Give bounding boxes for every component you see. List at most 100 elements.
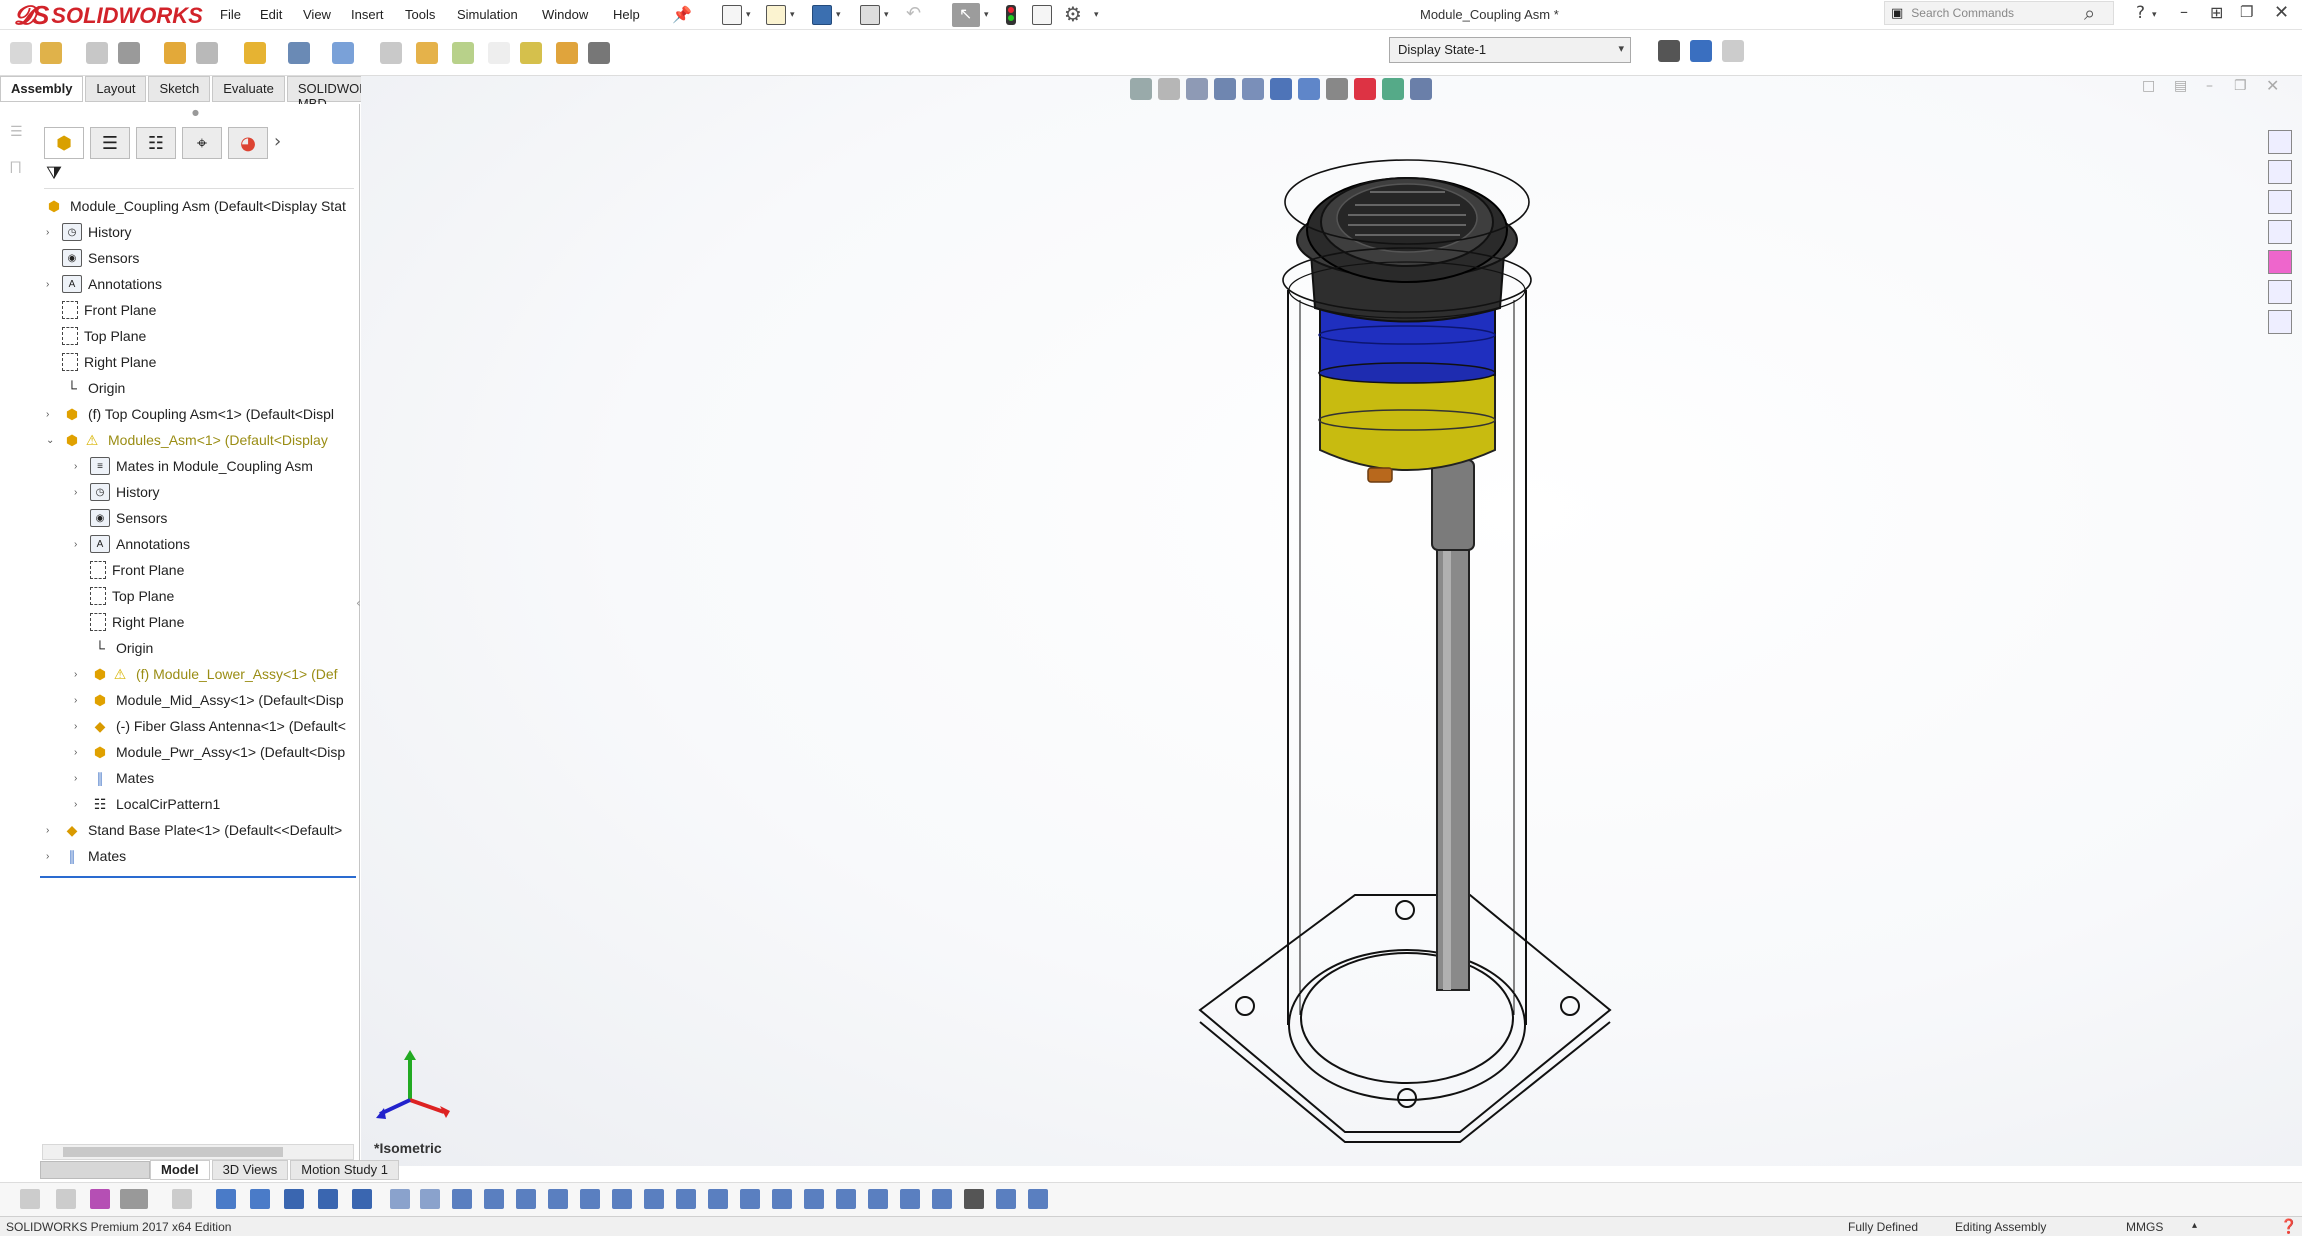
view-orientation-icon[interactable] [1270, 78, 1292, 100]
tab-assembly[interactable]: Assembly [0, 76, 84, 102]
chevron-down-icon[interactable]: ▾ [746, 10, 751, 20]
search-icon[interactable]: ⌕ [2084, 1, 2095, 25]
tree-item-top-plane[interactable]: Top Plane [74, 583, 174, 609]
feature-manager-tab-icon[interactable]: ⬢ [44, 127, 84, 159]
tree-item-top-coupling-asm[interactable]: › ⬢ (f) Top Coupling Asm<1> (Default<Displ [46, 401, 334, 427]
filter-centermarks-icon[interactable] [548, 1189, 568, 1209]
tree-item-history[interactable]: › ◷ History [74, 479, 160, 505]
expand-icon[interactable]: › [46, 279, 58, 290]
expand-icon[interactable]: › [74, 539, 86, 550]
appearances-icon[interactable] [2268, 250, 2292, 274]
filter-surface-finish-icon[interactable] [644, 1189, 664, 1209]
configuration-manager-tab-icon[interactable]: ☷ [136, 127, 176, 159]
tree-item-mates-in-module[interactable]: › ≡ Mates in Module_Coupling Asm [74, 453, 313, 479]
tree-item-sensors[interactable]: ◉ Sensors [74, 505, 167, 531]
chevron-down-icon[interactable]: ▾ [836, 10, 841, 20]
dimxpert-manager-tab-icon[interactable]: ⌖ [182, 127, 222, 159]
home-icon[interactable] [2268, 130, 2292, 154]
undo-icon[interactable]: ↶ [906, 3, 921, 24]
tab-scroll-arrows[interactable] [40, 1161, 150, 1179]
tree-item-front-plane[interactable]: Front Plane [74, 557, 184, 583]
tree-item-top-plane[interactable]: Top Plane [46, 323, 146, 349]
help-icon[interactable]: ? [2136, 3, 2145, 23]
unit-system[interactable]: MMGS [2126, 1220, 2163, 1234]
tree-item-annotations[interactable]: › A Annotations [46, 271, 162, 297]
solidworks-forum-icon[interactable] [2268, 310, 2292, 334]
menu-edit[interactable]: Edit [260, 7, 282, 22]
filter-sketch-segments-icon[interactable] [484, 1189, 504, 1209]
menu-simulation[interactable]: Simulation [457, 7, 518, 22]
chevron-down-icon[interactable]: ▾ [984, 10, 989, 20]
tree-item-modules-asm[interactable]: ⌄ ⬢ ⚠ Modules_Asm<1> (Default<Display [46, 427, 328, 453]
filter-solid-bodies-icon[interactable] [352, 1189, 372, 1209]
menu-insert[interactable]: Insert [351, 7, 384, 22]
tree-item-right-plane[interactable]: Right Plane [74, 609, 184, 635]
tree-item-right-plane[interactable]: Right Plane [46, 349, 156, 375]
take-snapshot-icon[interactable] [588, 42, 610, 64]
view-palette-icon[interactable] [2268, 220, 2292, 244]
side-toolbar-icon[interactable]: ☰ [10, 124, 23, 140]
select-tool-button[interactable]: ↖ [952, 3, 980, 27]
side-toolbar-icon[interactable]: ⨅ [10, 160, 21, 176]
tree-item-mates[interactable]: › ∥ Mates [74, 765, 154, 791]
tree-item-history[interactable]: › ◷ History [46, 219, 132, 245]
assembly-model[interactable] [1160, 130, 1640, 1150]
tree-item-sensors[interactable]: ◉ Sensors [46, 245, 139, 271]
tree-item-stand-base-plate[interactable]: › ◆ Stand Base Plate<1> (Default<<Default> [46, 817, 342, 843]
tree-item-module-mid-assy[interactable]: › ⬢ Module_Mid_Assy<1> (Default<Disp [74, 687, 344, 713]
filter-routing-points-icon[interactable] [996, 1189, 1016, 1209]
filter-faces-icon[interactable] [284, 1189, 304, 1209]
filter-blocks-icon[interactable] [900, 1189, 920, 1209]
tab-motion-study-1[interactable]: Motion Study 1 [290, 1160, 399, 1180]
dynamic-annotation-icon[interactable] [1242, 78, 1264, 100]
add-display-state-icon[interactable] [1690, 40, 1712, 62]
insert-assembly-icon[interactable] [40, 42, 62, 64]
search-commands-box[interactable]: ▣ Search Commands [1884, 1, 2114, 25]
close-icon[interactable]: ✕ [2274, 2, 2289, 23]
filter-connection-points-icon[interactable] [964, 1189, 984, 1209]
custom-properties-icon[interactable] [2268, 280, 2292, 304]
configuration-icon[interactable] [1722, 40, 1744, 62]
pin-icon[interactable]: 📌 [672, 5, 692, 24]
assembly-features-icon[interactable] [332, 42, 354, 64]
search-commands-input[interactable]: Search Commands [1911, 6, 2014, 20]
smart-fasteners-icon[interactable] [196, 42, 218, 64]
expand-icon[interactable]: › [46, 409, 58, 420]
previous-view-icon[interactable] [1186, 78, 1208, 100]
bill-of-materials-icon[interactable] [452, 42, 474, 64]
expand-icon[interactable]: › [74, 695, 86, 706]
new-document-icon[interactable] [722, 5, 742, 25]
restore-view-icon[interactable]: ❐ [2234, 78, 2247, 94]
expand-icon[interactable]: › [74, 461, 86, 472]
tree-item-annotations[interactable]: › A Annotations [74, 531, 190, 557]
filter-weld-symbols-icon[interactable] [772, 1189, 792, 1209]
filter-dowel-pin-icon[interactable] [932, 1189, 952, 1209]
expand-icon[interactable]: › [46, 825, 58, 836]
restore-icon[interactable]: ❐ [2240, 3, 2253, 21]
scrollbar-thumb[interactable] [63, 1147, 283, 1157]
insert-components-icon[interactable] [10, 42, 32, 64]
print-icon[interactable] [860, 5, 880, 25]
menu-tools[interactable]: Tools [405, 7, 435, 22]
minimize-view-icon[interactable]: – [2206, 78, 2213, 94]
tree-item-front-plane[interactable]: Front Plane [46, 297, 156, 323]
tree-item-module-lower-assy[interactable]: › ⬢ ⚠ (f) Module_Lower_Assy<1> (Def [74, 661, 338, 687]
tile-view-icon[interactable]: ▤ [2174, 78, 2187, 94]
instant3d-icon[interactable] [520, 42, 542, 64]
expand-icon[interactable]: › [74, 487, 86, 498]
menu-view[interactable]: View [303, 7, 331, 22]
filter-notes-icon[interactable] [708, 1189, 728, 1209]
mate-icon[interactable] [86, 42, 108, 64]
tree-item-fiber-glass-antenna[interactable]: › ◆ (-) Fiber Glass Antenna<1> (Default< [74, 713, 346, 739]
file-properties-icon[interactable] [1032, 5, 1052, 25]
filter-balloons-icon[interactable] [740, 1189, 760, 1209]
tab-model[interactable]: Model [150, 1160, 210, 1180]
display-manager-tab-icon[interactable]: ◕ [228, 127, 268, 159]
tree-item-mates[interactable]: › ∥ Mates [46, 843, 126, 869]
expand-icon[interactable]: › [74, 747, 86, 758]
zoom-to-fit-icon[interactable] [1130, 78, 1152, 100]
filter-all-icon[interactable] [90, 1189, 110, 1209]
chevron-down-icon[interactable]: ▾ [2152, 10, 2157, 20]
filter-vertices-icon[interactable] [216, 1189, 236, 1209]
tile-windows-icon[interactable]: ⊞ [2210, 3, 2223, 22]
